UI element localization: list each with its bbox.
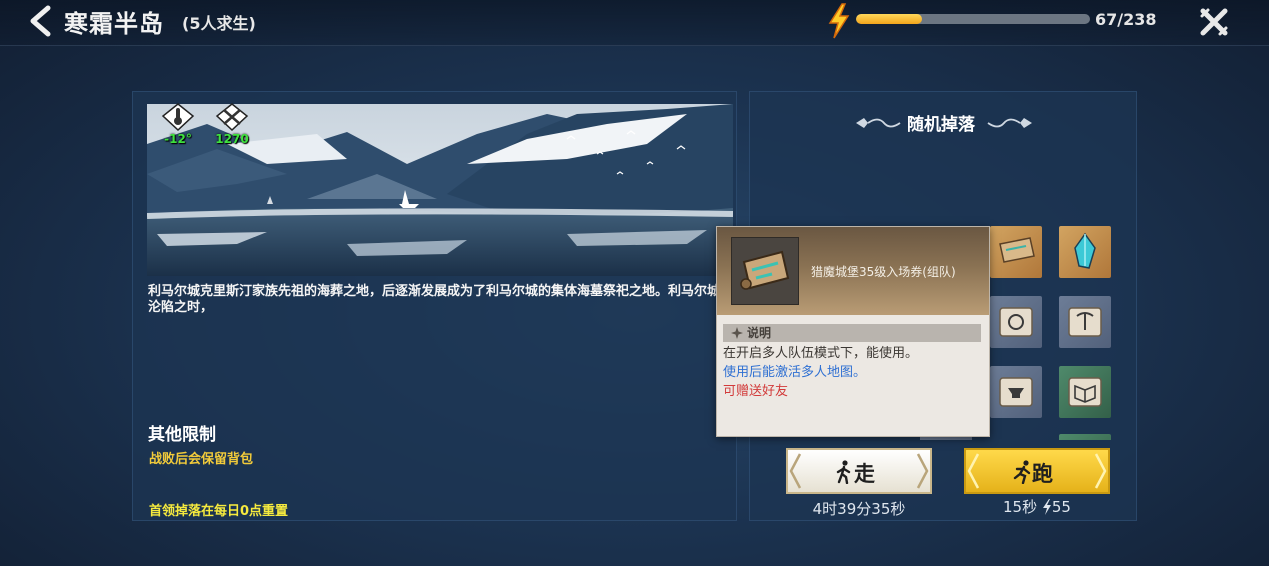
gear-score-value: 1270 (215, 132, 249, 146)
pickaxe-scroll-item[interactable] (1059, 296, 1111, 348)
tooltip-giftable-line: 可赠送好友 (723, 384, 789, 399)
energy-bar (856, 14, 1090, 24)
run-label: 跑 (1032, 462, 1053, 486)
anvil-scroll-item[interactable] (990, 366, 1042, 418)
walking-person-icon (836, 460, 851, 484)
top-bar: 寒霜半岛 (5人求生) 67/238 (0, 0, 1269, 46)
drops-title: 随机掉落 (907, 115, 975, 135)
chevron-left-deco-icon (967, 453, 980, 489)
limits-item: 战败后会保留背包 (149, 452, 254, 467)
teal-crystal-item[interactable] (1059, 226, 1111, 278)
energy-count: 67/238 (1095, 10, 1157, 29)
book-scroll-item[interactable] (1059, 366, 1111, 418)
fist-scroll-item[interactable] (990, 296, 1042, 348)
tooltip-item-icon (731, 237, 799, 305)
run-button[interactable]: 跑 (964, 448, 1110, 494)
tooltip-header: 猎魔城堡35级入场券(组队) (717, 227, 989, 315)
limits-heading: 其他限制 (148, 425, 216, 445)
tooltip-section-header: 说明 (723, 324, 981, 342)
run-energy-cost: 55 (1051, 498, 1071, 516)
run-duration: 15秒 (1003, 498, 1038, 516)
item-tooltip: 猎魔城堡35级入场券(组队) 说明 在开启多人队伍模式下，能使用。 使用后能激活… (716, 226, 990, 437)
energy-bar-fill (856, 14, 922, 24)
chevron-left-deco-icon (789, 453, 802, 489)
gear-score-stat: 1270 (207, 102, 257, 152)
location-description: 利马尔城克里斯汀家族先祖的海葬之地，后逐渐发展成为了利马尔城的集体海墓祭祀之地。… (148, 284, 721, 315)
tooltip-item-name: 猎魔城堡35级入场券(组队) (811, 265, 956, 279)
page-subtitle: (5人求生) (182, 14, 256, 33)
pickaxe-scroll-icon (1068, 307, 1102, 337)
partial-item[interactable] (1059, 434, 1111, 440)
sparkle-icon (731, 327, 743, 339)
close-crossed-swords-icon[interactable] (1198, 6, 1230, 38)
walk-label: 走 (854, 462, 875, 486)
teal-crystal-icon (1074, 232, 1096, 269)
running-person-icon (1013, 460, 1031, 484)
map-scroll-item[interactable] (990, 226, 1042, 278)
drops-header: 随机掉落 (850, 108, 1040, 136)
walk-button[interactable]: 走 (786, 448, 932, 494)
temperature-stat: -12° (153, 102, 203, 152)
lightning-icon (826, 3, 852, 39)
crossed-weapons-icon (215, 103, 249, 132)
location-stats: -12° 1270 (153, 102, 273, 152)
lightning-icon (1042, 499, 1051, 515)
fist-scroll-icon (999, 307, 1033, 337)
ornament-left-icon (856, 118, 901, 128)
chevron-right-deco-icon (916, 453, 929, 489)
book-scroll-icon (1068, 377, 1102, 407)
tooltip-effect-line: 使用后能激活多人地图。 (723, 365, 867, 380)
page-title: 寒霜半岛 (64, 10, 164, 38)
map-scroll-icon (740, 250, 790, 290)
tooltip-usage-line: 在开启多人队伍模式下，能使用。 (723, 346, 919, 361)
tooltip-section-title: 说明 (747, 326, 772, 340)
ornament-right-icon (987, 118, 1032, 128)
chevron-right-deco-icon (1094, 453, 1107, 489)
walk-duration: 4时39分35秒 (812, 500, 906, 518)
anvil-scroll-icon (999, 377, 1033, 407)
run-info: 15秒 55 (964, 496, 1110, 517)
boss-drop-reset-note: 首领掉落在每日0点重置 (149, 504, 289, 519)
location-panel: -12° 1270 利马尔城克里斯汀家族先祖的海葬之地，后逐渐发展成为了利马尔城… (132, 91, 737, 521)
temperature-value: -12° (164, 132, 192, 146)
map-scroll-icon (999, 237, 1035, 263)
back-arrow-icon[interactable] (26, 5, 56, 37)
thermometer-icon (161, 103, 195, 132)
